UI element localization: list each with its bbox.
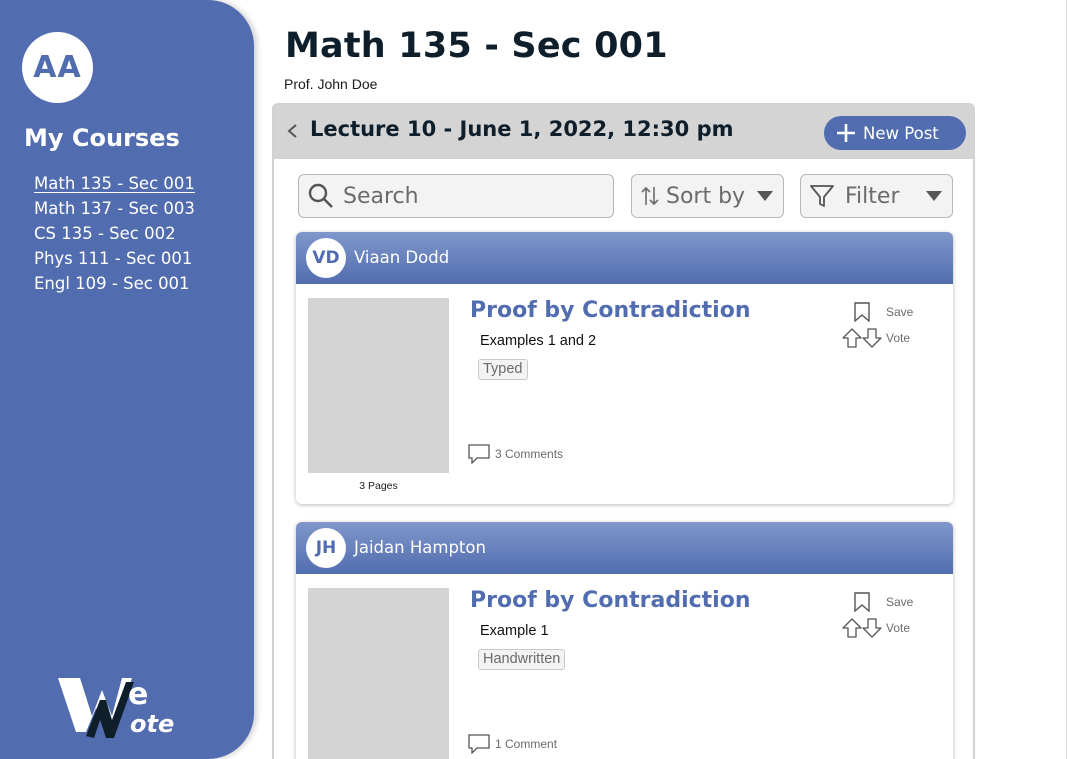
caret-down-icon: [926, 191, 942, 201]
comment-count: 3 Comments: [495, 447, 564, 461]
sort-icon: [641, 186, 659, 206]
author-name[interactable]: Jaidan Hampton: [354, 538, 486, 557]
post-subtitle: Examples 1 and 2: [480, 333, 597, 349]
svg-text:ote: ote: [130, 710, 174, 738]
post-thumbnail[interactable]: [308, 588, 449, 759]
vote-control: Vote: [842, 618, 910, 638]
page-title: Math 135 - Sec 001: [285, 26, 668, 66]
search-icon: [308, 183, 333, 208]
lecture-title: Lecture 10 - June 1, 2022, 12:30 pm: [310, 117, 734, 141]
save-label: Save: [886, 305, 914, 319]
sidebar-course-math135[interactable]: Math 135 - Sec 001: [34, 174, 195, 199]
comment-icon: [468, 444, 490, 464]
course-list: Math 135 - Sec 001 Math 137 - Sec 003 CS…: [34, 174, 195, 299]
search-input[interactable]: [343, 183, 593, 209]
lecture-header: Lecture 10 - June 1, 2022, 12:30 pm New …: [274, 105, 973, 159]
svg-text:e: e: [128, 677, 148, 712]
save-label: Save: [886, 595, 914, 609]
comment-icon: [468, 734, 490, 754]
app-page: AA My Courses Math 135 - Sec 001 Math 13…: [0, 0, 1067, 759]
comments-link[interactable]: 3 Comments: [468, 444, 563, 464]
downvote-button[interactable]: [862, 618, 882, 638]
post-header: JH Jaidan Hampton: [296, 522, 953, 574]
sidebar-course-math137[interactable]: Math 137 - Sec 003: [34, 199, 195, 224]
page-count: 3 Pages: [359, 480, 398, 492]
post-title[interactable]: Proof by Contradiction: [470, 298, 750, 323]
comments-link[interactable]: 1 Comment: [468, 734, 557, 754]
post-thumbnail[interactable]: [308, 298, 449, 473]
filter-dropdown[interactable]: Filter: [800, 174, 953, 218]
vote-label: Vote: [886, 621, 911, 635]
upvote-arrow-icon: [842, 618, 862, 638]
vote-control: Vote: [842, 328, 910, 348]
professor-name: Prof. John Doe: [284, 76, 378, 92]
caret-down-icon: [757, 191, 773, 201]
filter-icon: [810, 185, 834, 207]
search-box[interactable]: [298, 174, 614, 218]
lecture-panel: Lecture 10 - June 1, 2022, 12:30 pm New …: [272, 103, 975, 759]
sidebar-course-engl109[interactable]: Engl 109 - Sec 001: [34, 274, 195, 299]
new-post-label: New Post: [863, 123, 939, 143]
back-chevron-icon[interactable]: [284, 119, 300, 143]
vote-label: Vote: [886, 331, 911, 345]
post-tag: Handwritten: [478, 649, 566, 670]
post-header: VD Viaan Dodd: [296, 232, 953, 284]
plus-icon: [837, 124, 855, 142]
upvote-arrow-icon: [842, 328, 862, 348]
post-title[interactable]: Proof by Contradiction: [470, 588, 750, 613]
new-post-button[interactable]: New Post: [824, 116, 966, 150]
author-avatar[interactable]: VD: [306, 238, 346, 278]
bookmark-icon: [854, 302, 870, 322]
save-button[interactable]: Save: [854, 592, 913, 612]
sort-label: Sort by: [666, 183, 746, 209]
sidebar-course-phys111[interactable]: Phys 111 - Sec 001: [34, 249, 195, 274]
comment-count: 1 Comment: [495, 737, 558, 751]
wenote-logo: e ote: [58, 677, 174, 738]
upvote-button[interactable]: [842, 618, 862, 638]
post-card[interactable]: JH Jaidan Hampton Proof by Contradiction…: [296, 522, 953, 759]
author-name[interactable]: Viaan Dodd: [354, 248, 449, 267]
sidebar-course-cs135[interactable]: CS 135 - Sec 002: [34, 224, 195, 249]
upvote-button[interactable]: [842, 328, 862, 348]
author-avatar[interactable]: JH: [306, 528, 346, 568]
sidebar: AA My Courses Math 135 - Sec 001 Math 13…: [0, 0, 254, 759]
my-courses-heading: My Courses: [24, 124, 180, 152]
save-button[interactable]: Save: [854, 302, 913, 322]
post-card[interactable]: VD Viaan Dodd 3 Pages Proof by Contradic…: [296, 232, 953, 504]
user-avatar[interactable]: AA: [22, 32, 93, 103]
sort-dropdown[interactable]: Sort by: [631, 174, 784, 218]
filter-label: Filter: [845, 183, 900, 209]
downvote-arrow-icon: [862, 618, 882, 638]
bookmark-icon: [854, 592, 870, 612]
downvote-button[interactable]: [862, 328, 882, 348]
post-subtitle: Example 1: [480, 623, 549, 639]
downvote-arrow-icon: [862, 328, 882, 348]
post-tag: Typed: [478, 359, 528, 380]
